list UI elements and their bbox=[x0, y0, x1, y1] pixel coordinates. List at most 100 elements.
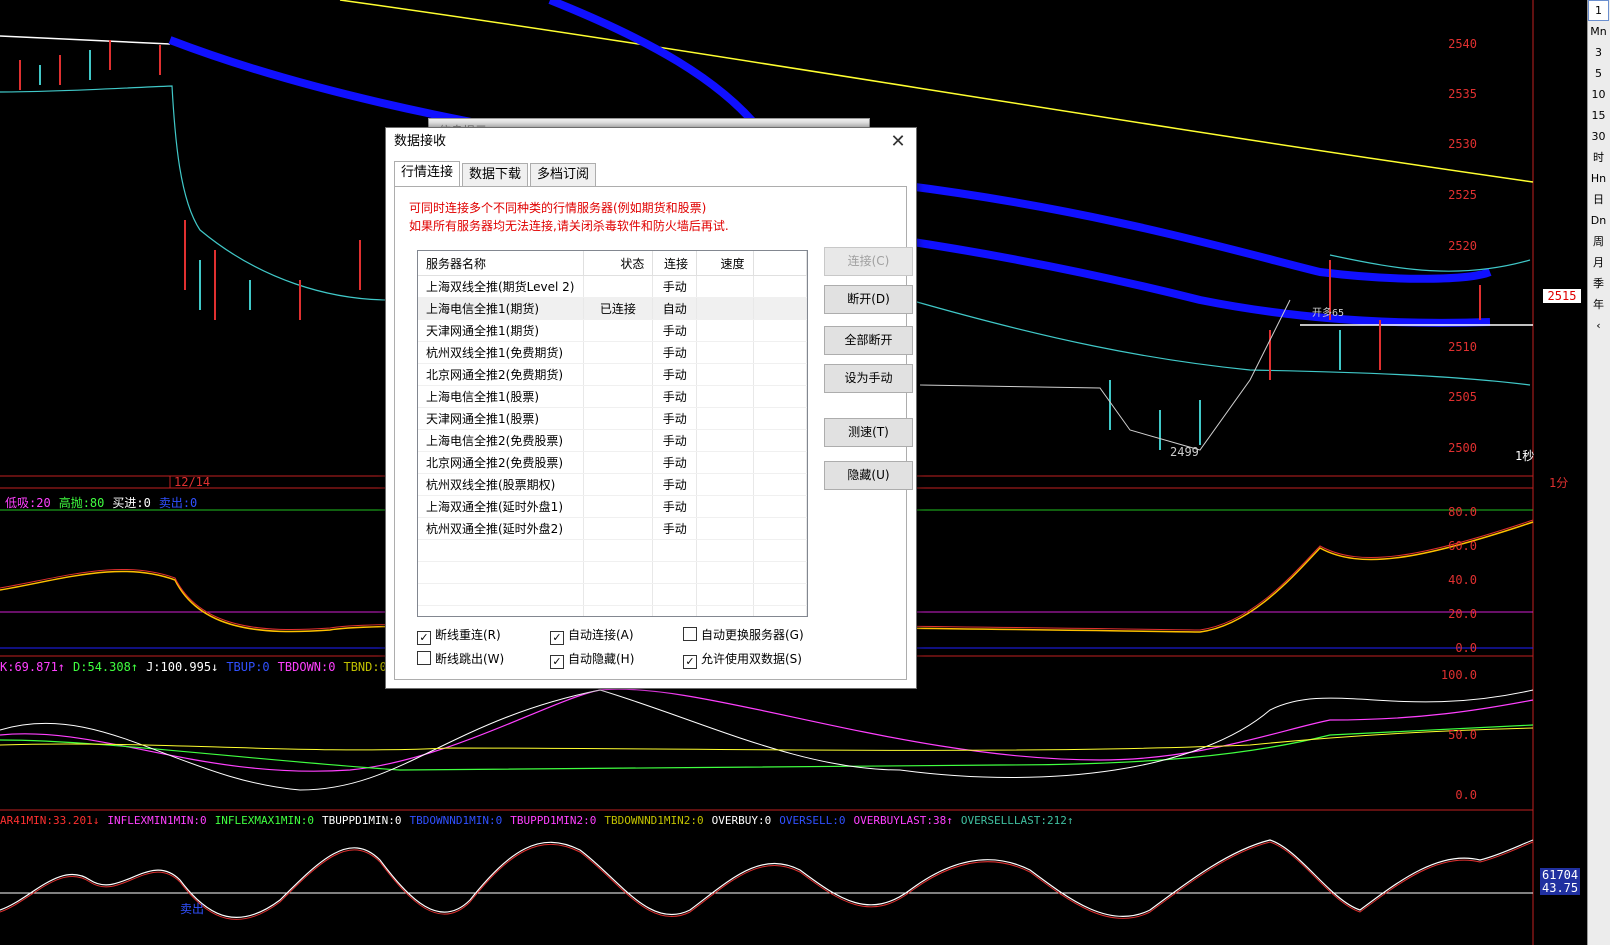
empty-row bbox=[418, 583, 807, 606]
server-list[interactable]: 服务器名称 状态 连接 速度 上海双线全推(期货Level 2) 手动 上海电信全… bbox=[417, 250, 808, 617]
table-row[interactable]: 上海电信全推2(免费股票) 手动 bbox=[418, 429, 807, 452]
indicator-value: TBDOWNND1MIN:0 bbox=[409, 814, 503, 827]
checkbox-label: 断线跳出(W) bbox=[435, 652, 505, 666]
indicator-row-ar: AR41MIN:33.201↓ INFLEXMIN1MIN:0 INFLEXMAX1… bbox=[0, 814, 1081, 827]
server-status bbox=[583, 385, 654, 408]
server-mode: 自动 bbox=[652, 297, 698, 320]
server-status bbox=[583, 275, 654, 298]
server-status bbox=[583, 473, 654, 496]
indicator-value: OVERSELLLAST:212↑ bbox=[960, 814, 1074, 827]
speed-test-button[interactable]: 测速(T) bbox=[824, 418, 913, 447]
indicator-value: 高抛:80 bbox=[58, 496, 105, 510]
price-tick: 2525 bbox=[1448, 188, 1477, 202]
auto-switch-server-checkbox[interactable]: 自动更换服务器(G) bbox=[683, 627, 804, 643]
server-name: 上海双线全推(期货Level 2) bbox=[418, 275, 584, 298]
kdj-tick: 50.0 bbox=[1448, 728, 1477, 742]
table-row[interactable]: 天津网通全推1(股票) 手动 bbox=[418, 407, 807, 430]
checkbox-box[interactable]: ✓ bbox=[683, 655, 697, 669]
indicator-value: OVERBUYLAST:38↑ bbox=[853, 814, 953, 827]
period-15-button[interactable]: 15 bbox=[1588, 105, 1609, 126]
period-dn-button[interactable]: Dn bbox=[1588, 210, 1609, 231]
dialog-titlebar[interactable]: 数据接收 ✕ bbox=[386, 128, 916, 155]
table-row[interactable]: 上海电信全推1(股票) 手动 bbox=[418, 385, 807, 408]
table-row[interactable]: 杭州双线全推(股票期权) 手动 bbox=[418, 473, 807, 496]
column-header-blank bbox=[753, 251, 807, 276]
connect-button[interactable]: 连接(C) bbox=[824, 247, 913, 276]
period-10-button[interactable]: 10 bbox=[1588, 84, 1609, 105]
server-mode: 手动 bbox=[652, 517, 698, 540]
period-3-button[interactable]: 3 bbox=[1588, 42, 1609, 63]
disconnect-all-button[interactable]: 全部断开 bbox=[824, 326, 913, 355]
server-status bbox=[583, 341, 654, 364]
table-row[interactable]: 天津网通全推1(期货) 手动 bbox=[418, 319, 807, 342]
server-mode: 手动 bbox=[652, 341, 698, 364]
checkbox-box[interactable]: ✓ bbox=[550, 655, 564, 669]
dual-data-checkbox[interactable]: ✓ 允许使用双数据(S) bbox=[683, 651, 802, 669]
server-name: 北京网通全推2(免费期货) bbox=[418, 363, 584, 386]
indicator-row-oscillator: 低吸:20 高抛:80 买进:0 卖出:0 bbox=[5, 494, 205, 511]
period-month-button[interactable]: 月 bbox=[1588, 252, 1609, 273]
checkbox-box[interactable] bbox=[417, 651, 431, 665]
column-header-status[interactable]: 状态 bbox=[583, 251, 654, 276]
column-header-speed[interactable]: 速度 bbox=[696, 251, 754, 276]
auto-connect-checkbox[interactable]: ✓ 自动连接(A) bbox=[550, 627, 634, 645]
bottom-value-2: 43.75 bbox=[1540, 881, 1581, 895]
table-row[interactable]: 北京网通全推2(免费期货) 手动 bbox=[418, 363, 807, 386]
table-row[interactable]: 上海电信全推1(期货) 已连接 自动 bbox=[418, 297, 807, 320]
indicator-value: TBDOWN:0 bbox=[277, 660, 336, 674]
server-status bbox=[583, 363, 654, 386]
disconnect-button[interactable]: 断开(D) bbox=[824, 285, 913, 314]
close-icon[interactable]: ✕ bbox=[888, 128, 908, 155]
date-marker: 12/14 bbox=[174, 475, 211, 489]
period-year-button[interactable]: 年 bbox=[1588, 294, 1609, 315]
tab-multi-level-subscribe[interactable]: 多档订阅 bbox=[530, 163, 597, 186]
low-price-mark: 2499 bbox=[1170, 445, 1199, 459]
period-1-button[interactable]: 1 bbox=[1588, 0, 1609, 21]
column-header-connect[interactable]: 连接 bbox=[652, 251, 698, 276]
server-name: 杭州双通全推(延时外盘2) bbox=[418, 517, 584, 540]
osc-tick: 60.0 bbox=[1448, 539, 1477, 553]
indicator-value: OVERSELL:0 bbox=[779, 814, 846, 827]
tab-quote-connect[interactable]: 行情连接 bbox=[394, 161, 461, 186]
table-row[interactable]: 杭州双通全推(延时外盘2) 手动 bbox=[418, 517, 807, 540]
disconnect-exit-checkbox[interactable]: 断线跳出(W) bbox=[417, 651, 504, 667]
checkbox-box[interactable]: ✓ bbox=[417, 631, 431, 645]
checkbox-box[interactable] bbox=[683, 627, 697, 641]
checkbox-label: 自动连接(A) bbox=[568, 628, 634, 642]
tab-data-download[interactable]: 数据下载 bbox=[462, 163, 529, 186]
empty-row bbox=[418, 539, 807, 562]
server-name: 上海电信全推1(股票) bbox=[418, 385, 584, 408]
period-hn-button[interactable]: Hn bbox=[1588, 168, 1609, 189]
table-row[interactable]: 杭州双线全推1(免费期货) 手动 bbox=[418, 341, 807, 364]
hide-button[interactable]: 隐藏(U) bbox=[824, 461, 913, 490]
server-name: 上海电信全推2(免费股票) bbox=[418, 429, 584, 452]
table-row[interactable]: 上海双通全推(延时外盘1) 手动 bbox=[418, 495, 807, 518]
period-hour-button[interactable]: 时 bbox=[1588, 147, 1609, 168]
server-mode: 手动 bbox=[652, 451, 698, 474]
reconnect-checkbox[interactable]: ✓ 断线重连(R) bbox=[417, 627, 501, 645]
table-row[interactable]: 上海双线全推(期货Level 2) 手动 bbox=[418, 275, 807, 298]
checkbox-box[interactable]: ✓ bbox=[550, 631, 564, 645]
period-quarter-button[interactable]: 季 bbox=[1588, 273, 1609, 294]
osc-tick: 80.0 bbox=[1448, 505, 1477, 519]
period-week-button[interactable]: 周 bbox=[1588, 231, 1609, 252]
column-header-name[interactable]: 服务器名称 bbox=[418, 251, 584, 276]
period-day-button[interactable]: 日 bbox=[1588, 189, 1609, 210]
table-row[interactable]: 北京网通全推2(免费股票) 手动 bbox=[418, 451, 807, 474]
period-mn-button[interactable]: Mn bbox=[1588, 21, 1609, 42]
sell-signal-label: 卖出 bbox=[180, 902, 205, 916]
period-5-button[interactable]: 5 bbox=[1588, 63, 1609, 84]
collapse-arrow-icon[interactable]: ‹ bbox=[1588, 315, 1609, 336]
period-toolbar: 1 Mn 3 5 10 15 30 时 Hn 日 Dn 周 月 季 年 ‹ bbox=[1587, 0, 1610, 945]
dialog-tabs: 行情连接 数据下载 多档订阅 bbox=[394, 161, 598, 187]
indicator-value: TBUPPD1MIN:0 bbox=[322, 814, 402, 827]
period-30-button[interactable]: 30 bbox=[1588, 126, 1609, 147]
bottom-value-1: 61704 bbox=[1540, 868, 1581, 882]
auto-hide-checkbox[interactable]: ✓ 自动隐藏(H) bbox=[550, 651, 634, 669]
empty-row bbox=[418, 561, 807, 584]
server-status bbox=[583, 451, 654, 474]
checkbox-label: 断线重连(R) bbox=[435, 628, 501, 642]
set-manual-button[interactable]: 设为手动 bbox=[824, 364, 913, 393]
empty-row bbox=[418, 605, 807, 616]
dialog-title: 数据接收 bbox=[394, 134, 447, 149]
